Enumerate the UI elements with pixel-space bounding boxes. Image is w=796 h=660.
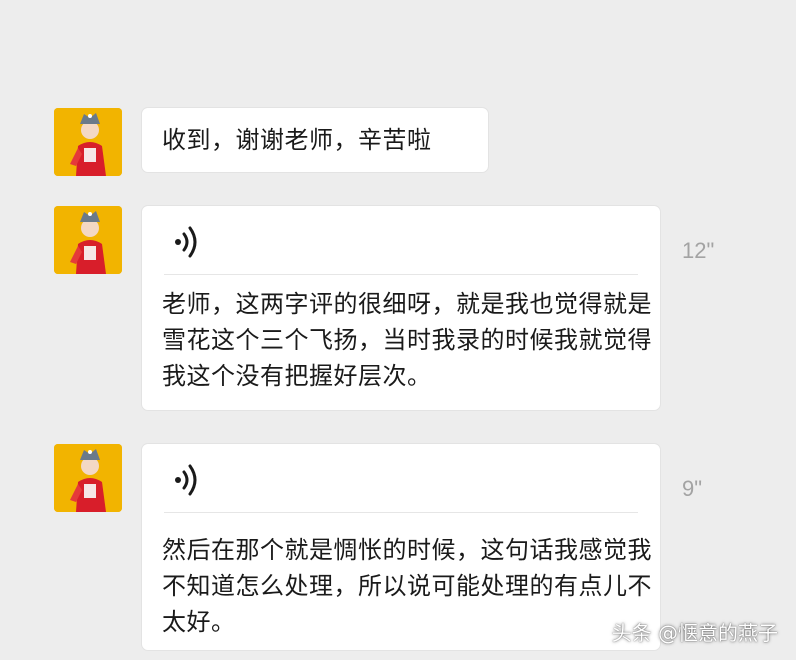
avatar-image (54, 444, 122, 512)
voice-wave-icon[interactable] (172, 224, 202, 260)
avatar[interactable] (54, 444, 122, 512)
transcript-line: 老师，这两字评的很细呀，就是我也觉得就是 (162, 290, 652, 318)
transcript-line: 雪花这个三个飞扬，当时我录的时候我就觉得 (162, 326, 652, 354)
avatar-image (54, 108, 122, 176)
voice-play-area[interactable] (142, 444, 660, 512)
voice-message-bubble[interactable]: 老师，这两字评的很细呀，就是我也觉得就是 雪花这个三个飞扬，当时我录的时候我就觉… (142, 206, 660, 410)
voice-duration: 12" (682, 238, 715, 263)
transcript-line: 太好。 (162, 608, 236, 636)
voice-duration: 9" (682, 476, 703, 501)
message-text: 收到，谢谢老师，辛苦啦 (162, 126, 432, 154)
avatar[interactable] (54, 108, 122, 176)
avatar-image (54, 206, 122, 274)
transcript-line: 我这个没有把握好层次。 (162, 362, 432, 390)
divider (164, 274, 638, 275)
watermark: 头条 @惬意的燕子 (611, 621, 778, 645)
voice-wave-icon[interactable] (172, 462, 202, 498)
voice-transcript: 老师，这两字评的很细呀，就是我也觉得就是 雪花这个三个飞扬，当时我录的时候我就觉… (162, 286, 652, 394)
voice-message-bubble[interactable]: 然后在那个就是惆怅的时候，这句话我感觉我 不知道怎么处理，所以说可能处理的有点儿… (142, 444, 660, 650)
divider (164, 512, 638, 513)
transcript-line: 然后在那个就是惆怅的时候，这句话我感觉我 (162, 536, 652, 564)
voice-transcript: 然后在那个就是惆怅的时候，这句话我感觉我 不知道怎么处理，所以说可能处理的有点儿… (162, 532, 652, 640)
voice-play-area[interactable] (142, 206, 660, 274)
transcript-line: 不知道怎么处理，所以说可能处理的有点儿不 (162, 572, 652, 600)
avatar[interactable] (54, 206, 122, 274)
message-bubble[interactable]: 收到，谢谢老师，辛苦啦 (142, 108, 488, 172)
